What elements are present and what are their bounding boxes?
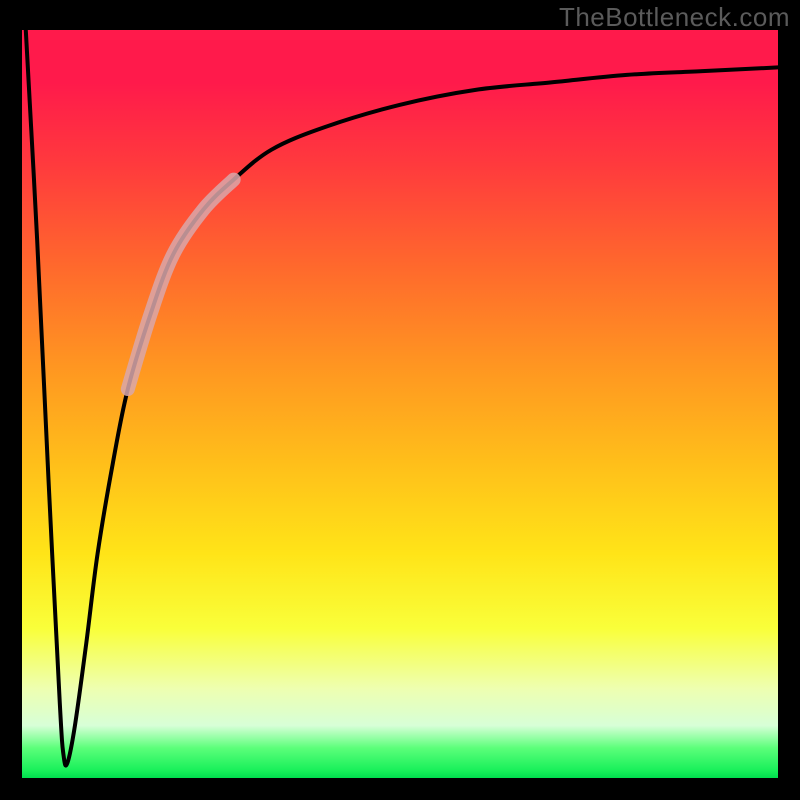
chart-container: TheBottleneck.com (0, 0, 800, 800)
plot-background-gradient (22, 30, 778, 778)
plot-frame (22, 30, 778, 778)
watermark-text: TheBottleneck.com (559, 2, 790, 33)
